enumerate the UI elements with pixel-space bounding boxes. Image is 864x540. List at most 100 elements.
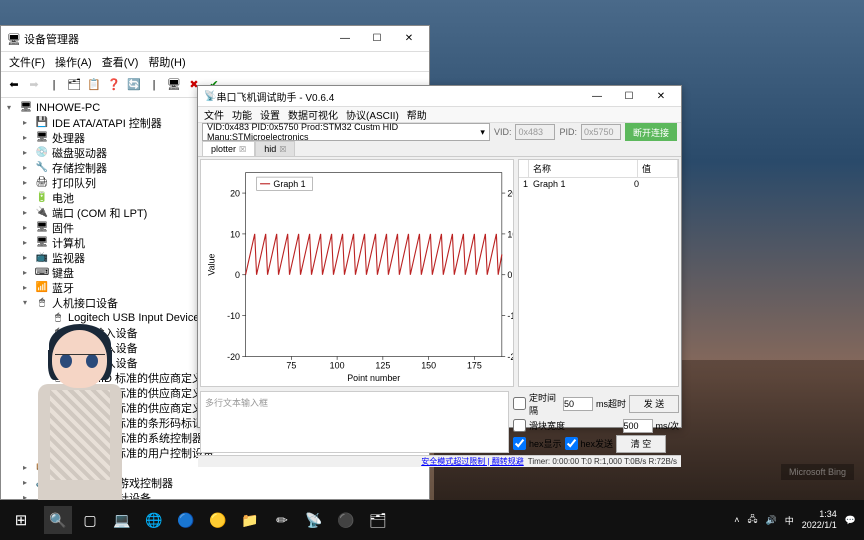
hexsend-label: hex发送 [581, 437, 614, 450]
svg-text:Point number: Point number [347, 373, 400, 383]
col-val: 值 [638, 160, 678, 177]
pid-input[interactable] [581, 124, 621, 140]
svg-text:75: 75 [286, 361, 296, 371]
baud-label: 滑块宽度 [529, 419, 620, 432]
taskbar: ⊞ 🔍 ▢ 💻 🌐 🔵 🟡 📁 ✏ 📡 ⚫ 🗂 ˄ 🖧 🔊 中 1:34 202… [0, 500, 864, 540]
baud-checkbox[interactable] [513, 419, 526, 432]
taskbar-app[interactable]: 📡 [300, 506, 328, 534]
pid-label: PID: [559, 127, 577, 137]
start-button[interactable]: ⊞ [2, 506, 40, 534]
open-button[interactable]: 断开连接 [625, 123, 677, 141]
menu-file[interactable]: 文件(F) [5, 52, 49, 72]
minimize-button[interactable]: — [331, 29, 359, 49]
taskbar-explorer[interactable]: 📁 [236, 506, 264, 534]
taskbar-app[interactable]: 🗂 [364, 506, 392, 534]
menu-file[interactable]: 文件 [204, 107, 224, 122]
serial-titlebar[interactable]: 📡 串口飞机调试助手 - V0.6.4 — ☐ ✕ [198, 86, 681, 107]
close-button[interactable]: ✕ [647, 86, 675, 106]
taskbar-app[interactable]: 💻 [108, 506, 136, 534]
baud-input[interactable] [623, 419, 653, 433]
status-link[interactable]: 安全模式超过限制 | 翻转规避 [421, 456, 524, 467]
timer-input[interactable] [563, 397, 593, 411]
svg-text:0: 0 [507, 270, 512, 280]
serial-body: -20-20-10-10001010202075100125150175Poin… [198, 157, 681, 389]
menu-settings[interactable]: 设置 [260, 107, 280, 122]
list-row[interactable]: 1 Graph 1 0 [519, 178, 678, 190]
send-button[interactable]: 发 送 [629, 395, 679, 413]
menu-func[interactable]: 功能 [232, 107, 252, 122]
menu-dataviz[interactable]: 数据可视化 [288, 107, 338, 122]
clock[interactable]: 1:34 2022/1/1 [802, 509, 837, 531]
search-icon[interactable]: 🔍 [44, 506, 72, 534]
tray-volume-icon[interactable]: 🔊 [766, 515, 777, 526]
col-name: 名称 [529, 160, 638, 177]
prop-icon[interactable]: 📋 [85, 76, 103, 94]
hexshow-checkbox[interactable] [513, 437, 526, 450]
menu-action[interactable]: 操作(A) [51, 52, 96, 72]
taskbar-app[interactable]: 🌐 [140, 506, 168, 534]
svg-text:0: 0 [235, 270, 240, 280]
status-timer: Timer: 0:00:00 T:0 R:1,000 T:0B/s R:72B/… [528, 457, 677, 466]
plot-area[interactable]: -20-20-10-10001010202075100125150175Poin… [200, 159, 514, 387]
status-bar: 安全模式超过限制 | 翻转规避 Timer: 0:00:00 T:0 R:1,0… [198, 455, 681, 467]
device-combo[interactable]: VID:0x483 PID:0x5750 Prod:STM32 Custm HI… [202, 123, 490, 141]
serial-side: 名称 值 1 Graph 1 0 [516, 157, 681, 389]
menu-help[interactable]: 帮助 [407, 107, 427, 122]
baud-unit: ms/次 [656, 419, 680, 432]
help-icon[interactable]: ❓ [105, 76, 123, 94]
list-header: 名称 值 [519, 160, 678, 178]
serial-tool-window: 📡 串口飞机调试助手 - V0.6.4 — ☐ ✕ 文件 功能 设置 数据可视化… [197, 85, 682, 428]
menu-view[interactable]: 查看(V) [98, 52, 143, 72]
devmgr-menubar: 文件(F) 操作(A) 查看(V) 帮助(H) [1, 52, 429, 72]
svg-text:-20: -20 [227, 352, 240, 362]
svg-text:-20: -20 [507, 352, 513, 362]
clear-button[interactable]: 清 空 [616, 435, 666, 453]
taskview-icon[interactable]: ▢ [76, 506, 104, 534]
svg-text:175: 175 [467, 361, 482, 371]
tool-sep2: | [145, 76, 163, 94]
svg-text:Graph 1: Graph 1 [273, 179, 305, 189]
tray-up-icon[interactable]: ˄ [734, 515, 739, 525]
vid-label: VID: [494, 127, 512, 137]
back-icon[interactable]: ⬅ [5, 76, 23, 94]
tree-category[interactable]: ▸🖱鼠标和其他指针设备 [3, 490, 427, 499]
hexshow-label: hex显示 [529, 437, 562, 450]
tree-icon[interactable]: 🗂 [65, 76, 83, 94]
hexsend-checkbox[interactable] [565, 437, 578, 450]
taskbar-chrome[interactable]: 🟡 [204, 506, 232, 534]
svg-text:125: 125 [375, 361, 390, 371]
tree-category[interactable]: ▸🔊声音、视频和游戏控制器 [3, 475, 427, 490]
taskbar-obs[interactable]: ⚫ [332, 506, 360, 534]
taskbar-app[interactable]: ✏ [268, 506, 296, 534]
tab-close-icon[interactable]: ☒ [239, 145, 246, 154]
vid-input[interactable] [515, 124, 555, 140]
timer-unit: ms超时 [596, 397, 626, 410]
svg-text:-10: -10 [227, 311, 240, 321]
tab-plotter[interactable]: plotter☒ [202, 141, 255, 156]
close-button[interactable]: ✕ [395, 29, 423, 49]
notification-icon[interactable]: 💬 [845, 515, 856, 526]
devmgr-titlebar[interactable]: 🖥 设备管理器 — ☐ ✕ [1, 26, 429, 52]
tray-network-icon[interactable]: 🖧 [747, 512, 757, 528]
refresh-icon[interactable]: 🔄 [125, 76, 143, 94]
graph-list[interactable]: 名称 值 1 Graph 1 0 [518, 159, 679, 387]
svg-text:10: 10 [230, 229, 240, 239]
scan-icon[interactable]: 🖥 [165, 76, 183, 94]
tab-hid[interactable]: hid☒ [255, 141, 295, 156]
serial-menubar: 文件 功能 设置 数据可视化 协议(ASCII) 帮助 [198, 107, 681, 123]
menu-help[interactable]: 帮助(H) [144, 52, 189, 72]
maximize-button[interactable]: ☐ [615, 86, 643, 106]
control-panel: 定时间隔 ms超时 发 送 滑块宽度 ms/次 hex显示 hex发送 清 空 [511, 389, 681, 455]
taskbar-edge[interactable]: 🔵 [172, 506, 200, 534]
tray-ime-icon[interactable]: 中 [785, 514, 794, 527]
send-textarea[interactable]: 多行文本输入框 [200, 391, 509, 453]
bing-watermark: Microsoft Bing [781, 464, 854, 480]
menu-protocol[interactable]: 协议(ASCII) [346, 107, 399, 122]
serial-app-icon: 📡 [204, 91, 216, 102]
fwd-icon[interactable]: ➡ [25, 76, 43, 94]
timer-checkbox[interactable] [513, 397, 526, 410]
tab-close-icon[interactable]: ☒ [279, 145, 286, 154]
minimize-button[interactable]: — [583, 86, 611, 106]
maximize-button[interactable]: ☐ [363, 29, 391, 49]
system-tray[interactable]: ˄ 🖧 🔊 中 1:34 2022/1/1 💬 [734, 509, 864, 531]
